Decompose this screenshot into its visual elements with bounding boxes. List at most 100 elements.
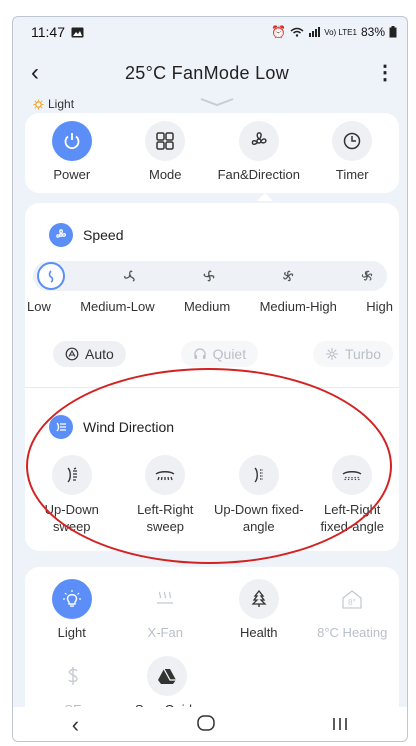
light-bulb-icon — [33, 98, 44, 110]
speed-title: Speed — [83, 227, 124, 243]
tree-icon — [251, 589, 267, 607]
fan-mode-options: Auto Quiet Turbo — [53, 341, 393, 367]
speed-section-header: Speed — [49, 223, 123, 247]
wind-direction-icon — [56, 422, 66, 432]
wind-direction-title: Wind Direction — [83, 419, 175, 435]
nav-recents-icon[interactable] — [332, 715, 348, 736]
left-right-fixed-angle-label-line1: Left-Right — [324, 502, 381, 517]
auto-button[interactable]: Auto — [53, 341, 126, 367]
speed-labels: Low Medium-Low Medium Medium-High High — [27, 299, 393, 314]
status-bar: 11:47 ⏰ Vo) LTE1 83% — [13, 17, 407, 47]
back-arrow-icon[interactable]: ‹ — [31, 61, 39, 85]
tab-mode-label: Mode — [148, 167, 182, 182]
headphones-icon — [193, 348, 206, 359]
speed-medium-low-option[interactable] — [116, 262, 144, 290]
turbo-icon — [325, 348, 338, 360]
nav-back-icon[interactable]: ‹ — [72, 712, 79, 738]
page-title: 25°C FanMode Low — [124, 62, 290, 83]
tab-power-label: Power — [53, 167, 91, 182]
x-fan-icon — [157, 591, 174, 604]
quiet-button[interactable]: Quiet — [180, 341, 259, 367]
speed-medium-icon — [203, 270, 215, 282]
light-indicator: Light — [33, 97, 74, 111]
speed-slider[interactable] — [33, 261, 387, 291]
dollar-icon — [68, 667, 78, 685]
quiet-label: Quiet — [212, 346, 247, 362]
speed-low-option[interactable] — [37, 262, 65, 290]
power-icon — [64, 133, 80, 150]
speed-low-label: Low — [27, 299, 51, 314]
wifi-icon — [290, 27, 304, 37]
up-down-fixed-angle-option[interactable]: Up-Down fixed-angle — [212, 455, 306, 535]
left-right-fixed-angle-label-line2: fixed-angle — [320, 519, 385, 534]
more-options-icon[interactable]: ⋮ — [375, 63, 395, 83]
left-right-sweep-option[interactable]: Left-Right sweep — [119, 455, 213, 535]
nav-home-icon[interactable] — [196, 714, 215, 736]
heating-badge: 8° — [348, 598, 356, 607]
signal-icon — [309, 27, 321, 37]
speed-high-label: High — [366, 299, 393, 314]
speed-medium-label: Medium — [183, 299, 231, 314]
drawer-handle-icon[interactable] — [199, 97, 235, 107]
up-down-fixed-angle-label-line1: Up-Down fixed- — [213, 502, 304, 517]
up-down-sweep-label-line1: Up-Down — [44, 502, 99, 517]
left-right-fixed-angle-icon — [342, 471, 362, 481]
status-time: 11:47 — [31, 24, 65, 40]
light-toggle[interactable]: Light — [26, 579, 118, 640]
speed-medium-high-option[interactable] — [274, 262, 302, 290]
up-down-fixed-angle-label-line2: angle — [242, 519, 275, 534]
speed-high-icon — [361, 270, 373, 281]
phone-screen: 11:47 ⏰ Vo) LTE1 83% ‹ 25°C FanMode Low … — [12, 16, 408, 742]
up-down-fixed-angle-icon — [254, 467, 263, 483]
app-bar: ‹ 25°C FanMode Low ⋮ — [13, 47, 407, 99]
alarm-icon: ⏰ — [271, 25, 287, 39]
network-label: Vo) LTE1 — [324, 27, 357, 37]
x-fan-toggle[interactable]: X-Fan — [119, 579, 211, 640]
house-heating-icon: 8° — [342, 590, 362, 609]
main-tabs-card: Power Mode Fan&Direction Timer — [25, 113, 399, 193]
light-label: Light — [57, 625, 86, 640]
system-navigation-bar: ‹ — [13, 707, 407, 741]
left-right-sweep-label-line2: sweep — [146, 519, 185, 534]
up-down-sweep-icon — [67, 467, 77, 483]
auto-icon — [65, 347, 79, 361]
x-fan-label: X-Fan — [147, 625, 183, 640]
tab-fan-direction-label: Fan&Direction — [217, 167, 300, 182]
speed-high-option[interactable] — [353, 262, 381, 290]
speed-medium-option[interactable] — [195, 262, 223, 290]
health-label: Health — [239, 625, 278, 640]
8c-heating-label: 8°C Heating — [317, 625, 388, 640]
up-down-sweep-label-line2: sweep — [52, 519, 91, 534]
tab-timer[interactable]: Timer — [306, 121, 398, 182]
turbo-label: Turbo — [344, 346, 381, 362]
fan-speed-icon — [56, 229, 67, 238]
wind-direction-header: Wind Direction — [49, 415, 174, 439]
speed-medium-low-icon — [124, 270, 135, 282]
tab-fan-direction[interactable]: Fan&Direction — [213, 121, 305, 182]
speed-medium-low-label: Medium-Low — [80, 299, 155, 314]
image-notification-icon — [71, 27, 84, 37]
clock-icon — [344, 132, 361, 150]
light-indicator-label: Light — [48, 97, 75, 111]
left-right-sweep-label-line1: Left-Right — [137, 502, 194, 517]
up-down-sweep-option[interactable]: Up-Down sweep — [25, 455, 119, 535]
left-right-sweep-icon — [155, 471, 175, 481]
speed-medium-high-icon — [283, 270, 294, 282]
tab-mode[interactable]: Mode — [119, 121, 211, 182]
auto-label: Auto — [85, 346, 114, 362]
speed-medium-high-label: Medium-High — [259, 299, 337, 314]
grid-icon — [156, 132, 174, 150]
battery-percent: 83% — [360, 25, 385, 39]
tab-power[interactable]: Power — [26, 121, 118, 182]
left-right-fixed-angle-option[interactable]: Left-Right fixed-angle — [306, 455, 400, 535]
active-tab-pointer — [257, 193, 273, 201]
section-divider — [25, 387, 399, 388]
wind-direction-options: Up-Down sweep Left-Right sweep Up-Down fix… — [25, 455, 399, 535]
health-toggle[interactable]: Health — [213, 579, 305, 640]
turbo-button[interactable]: Turbo — [312, 341, 393, 367]
saveguide-icon — [158, 668, 176, 684]
light-bulb-toggle-icon — [62, 590, 81, 607]
8c-heating-toggle[interactable]: 8° 8°C Heating — [306, 579, 398, 640]
fan-icon — [251, 132, 267, 146]
tab-timer-label: Timer — [335, 167, 369, 182]
